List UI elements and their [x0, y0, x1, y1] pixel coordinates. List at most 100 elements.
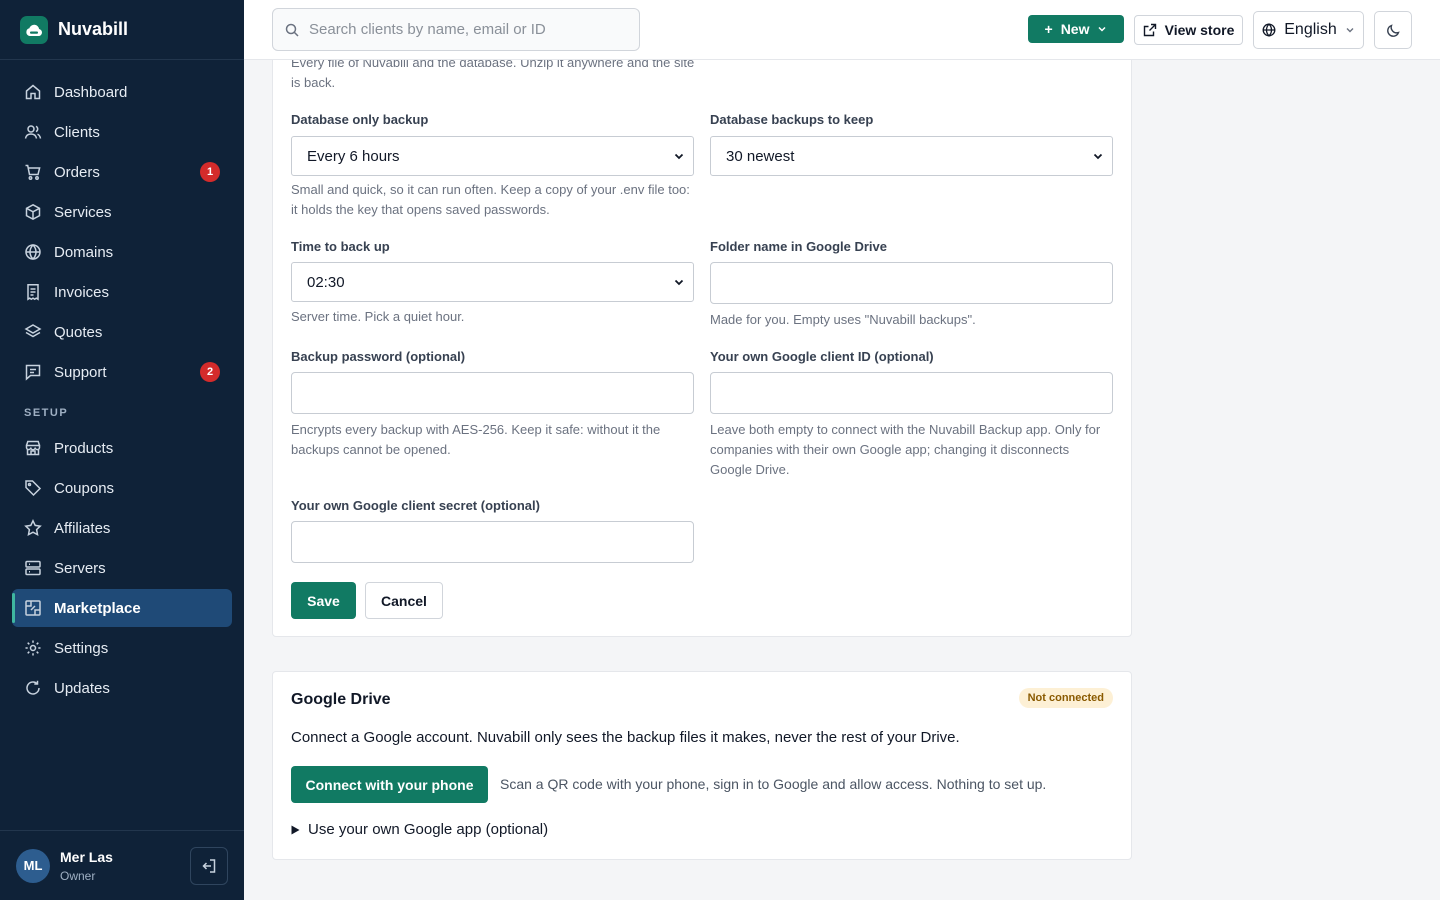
- google-client-id-help: Leave both empty to connect with the Nuv…: [710, 422, 1101, 477]
- sidebar-item-quotes[interactable]: Quotes: [12, 313, 232, 351]
- google-client-secret-label: Your own Google client secret (optional): [291, 498, 540, 513]
- backup-settings-card: Every file of Nuvabill and the database.…: [272, 40, 1132, 637]
- sidebar-item-label: Settings: [54, 639, 109, 657]
- layers-icon: [24, 323, 42, 341]
- sidebar-item-servers[interactable]: Servers: [12, 549, 232, 587]
- plus-icon: +: [1044, 21, 1053, 37]
- users-icon: [24, 123, 42, 141]
- sidebar-item-label: Affiliates: [54, 519, 111, 537]
- sidebar-item-label: Quotes: [54, 323, 103, 341]
- sidebar-item-label: Servers: [54, 559, 106, 577]
- sidebar-item-coupons[interactable]: Coupons: [12, 469, 232, 507]
- sidebar: Nuvabill Dashboard Clients Orders 1 Serv…: [0, 0, 244, 900]
- drive-folder-help: Made for you. Empty uses "Nuvabill backu…: [710, 312, 976, 327]
- own-google-app-label: Use your own Google app (optional): [308, 821, 549, 838]
- search-icon: [285, 23, 299, 37]
- sidebar-item-clients[interactable]: Clients: [12, 113, 232, 151]
- avatar[interactable]: ML: [16, 848, 50, 883]
- google-drive-description: Connect a Google account. Nuvabill only …: [291, 729, 960, 746]
- topbar: + New View store English: [244, 0, 1440, 60]
- brand-name: Nuvabill: [58, 19, 129, 39]
- sidebar-item-label: Support: [54, 363, 107, 381]
- cancel-button[interactable]: Cancel: [365, 582, 443, 619]
- user-name: Mer Las: [60, 848, 113, 865]
- chevron-down-icon: [674, 153, 684, 160]
- sidebar-item-label: Services: [54, 203, 112, 221]
- sidebar-item-label: Dashboard: [54, 83, 128, 101]
- sidebar-item-label: Marketplace: [54, 599, 141, 617]
- box-icon: [24, 203, 42, 221]
- marketplace-icon: [24, 599, 42, 617]
- sidebar-item-settings[interactable]: Settings: [12, 629, 232, 667]
- chevron-down-icon: [674, 279, 684, 286]
- backup-time-value: 02:30: [307, 273, 345, 291]
- sidebar-item-dashboard[interactable]: Dashboard: [12, 73, 232, 111]
- backup-password-input[interactable]: [291, 372, 694, 414]
- sidebar-item-orders[interactable]: Orders 1: [12, 153, 232, 191]
- language-select[interactable]: English: [1253, 11, 1364, 49]
- chevron-down-icon: [1346, 28, 1354, 33]
- backup-time-select[interactable]: 02:30: [291, 262, 694, 302]
- sidebar-item-support[interactable]: Support 2: [12, 353, 232, 391]
- db-only-backup-value: Every 6 hours: [307, 147, 400, 165]
- theme-toggle-button[interactable]: [1374, 11, 1412, 49]
- connect-with-phone-button[interactable]: Connect with your phone: [291, 766, 488, 803]
- db-only-backup-label: Database only backup: [291, 112, 429, 127]
- sidebar-item-updates[interactable]: Updates: [12, 669, 232, 707]
- google-drive-title: Google Drive: [291, 691, 391, 708]
- globe-icon: [24, 243, 42, 261]
- sidebar-item-label: Invoices: [54, 283, 110, 301]
- backup-password-label: Backup password (optional): [291, 349, 466, 364]
- moon-icon: [1386, 23, 1400, 37]
- sidebar-item-products[interactable]: Products: [12, 429, 232, 467]
- view-store-button[interactable]: View store: [1134, 15, 1243, 45]
- view-store-label: View store: [1164, 22, 1235, 38]
- logout-icon: [202, 859, 216, 873]
- sidebar-item-label: Updates: [54, 679, 110, 697]
- drive-folder-input[interactable]: [710, 262, 1113, 304]
- sidebar-item-affiliates[interactable]: Affiliates: [12, 509, 232, 547]
- home-icon: [24, 83, 42, 101]
- caret-right-icon: [291, 825, 300, 834]
- drive-folder-label: Folder name in Google Drive: [710, 239, 887, 254]
- gear-icon: [24, 639, 42, 657]
- brand[interactable]: Nuvabill: [0, 0, 244, 60]
- status-badge: Not connected: [1018, 688, 1113, 708]
- save-button[interactable]: Save: [291, 582, 356, 619]
- user-profile: ML Mer Las Owner: [0, 830, 244, 900]
- sidebar-item-domains[interactable]: Domains: [12, 233, 232, 271]
- user-role: Owner: [60, 868, 96, 883]
- google-client-id-input[interactable]: [710, 372, 1113, 414]
- sidebar-item-label: Coupons: [54, 479, 115, 497]
- star-icon: [24, 519, 42, 537]
- user-meta: Mer Las Owner: [60, 849, 113, 883]
- connect-with-phone-help: Scan a QR code with your phone, sign in …: [500, 776, 1047, 792]
- google-drive-card: Google Drive Not connected Connect a Goo…: [272, 671, 1132, 860]
- sidebar-item-invoices[interactable]: Invoices: [12, 273, 232, 311]
- sidebar-item-services[interactable]: Services: [12, 193, 232, 231]
- db-backups-keep-select[interactable]: 30 newest: [710, 136, 1113, 176]
- google-client-secret-input[interactable]: [291, 521, 694, 563]
- invoice-icon: [24, 283, 42, 301]
- main-nav: Dashboard Clients Orders 1 Services Doma…: [0, 60, 244, 707]
- sidebar-item-label: Orders: [54, 163, 100, 181]
- google-client-id-label: Your own Google client ID (optional): [710, 349, 934, 364]
- chevron-down-icon: [1098, 26, 1107, 32]
- sidebar-item-label: Domains: [54, 243, 114, 261]
- sidebar-item-label: Clients: [54, 123, 100, 141]
- search-box[interactable]: [272, 8, 640, 51]
- own-google-app-toggle[interactable]: Use your own Google app (optional): [291, 821, 548, 838]
- sidebar-item-marketplace[interactable]: Marketplace: [12, 589, 232, 627]
- backup-time-label: Time to back up: [291, 239, 390, 254]
- globe-icon: [1262, 23, 1276, 37]
- sidebar-item-label: Products: [54, 439, 114, 457]
- db-only-backup-select[interactable]: Every 6 hours: [291, 136, 694, 176]
- refresh-icon: [24, 679, 42, 697]
- store-icon: [24, 439, 42, 457]
- new-button[interactable]: + New: [1028, 15, 1124, 43]
- backup-time-help: Server time. Pick a quiet hour.: [291, 309, 465, 324]
- logout-button[interactable]: [190, 847, 228, 885]
- cart-icon: [24, 163, 42, 181]
- search-input[interactable]: [309, 21, 629, 38]
- cloud-logo-icon: [20, 15, 48, 44]
